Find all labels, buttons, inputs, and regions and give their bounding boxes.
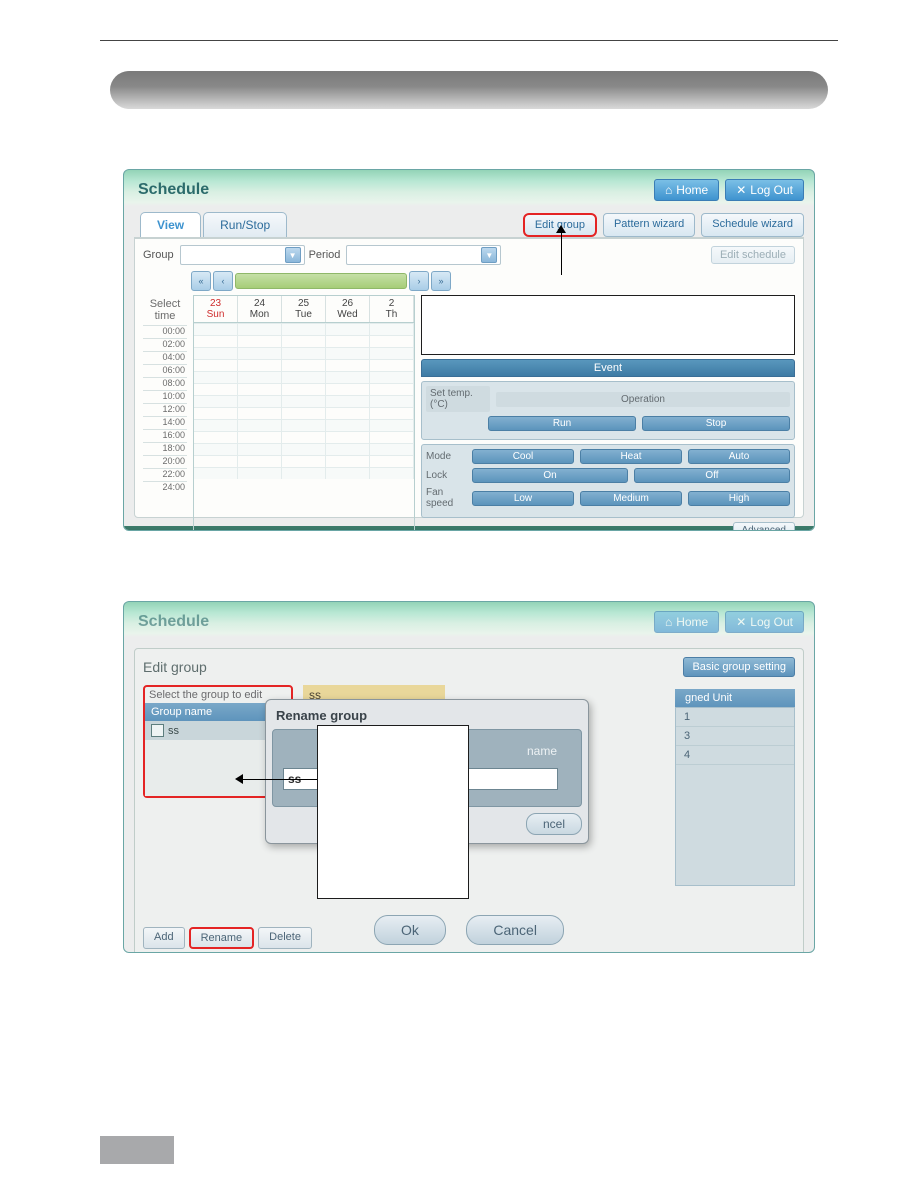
status-time: 2009.8.25(Tue) 12:52 AM <box>693 530 806 531</box>
period-select[interactable]: ▼ <box>346 245 501 265</box>
section-header-bar <box>110 71 828 109</box>
schedule-screenshot-2: Schedule ⌂Home ✕Log Out Edit group Basic… <box>123 601 815 953</box>
event-header: Event <box>421 359 795 377</box>
advanced-button[interactable]: Advanced <box>733 522 795 531</box>
pattern-wizard-button[interactable]: Pattern wizard <box>603 213 695 237</box>
stop-button[interactable]: Stop <box>642 416 790 431</box>
nav-scroll-track[interactable] <box>235 273 407 289</box>
on-button[interactable]: On <box>472 468 628 483</box>
home-label: Home <box>676 183 708 197</box>
cool-button[interactable]: Cool <box>472 449 574 464</box>
group-label: Group <box>143 249 174 261</box>
unit-row[interactable]: 1 <box>676 708 794 727</box>
high-button[interactable]: High <box>688 491 790 506</box>
edit-group-title: Edit group <box>143 659 683 675</box>
callout-arrow-line <box>561 230 562 275</box>
fan-label: Fan speed <box>426 487 466 509</box>
logout-button[interactable]: ✕ Log Out <box>725 179 804 201</box>
event-panel: Event Set temp.(°C) Operation Run Stop <box>421 295 795 531</box>
unit-row[interactable]: 4 <box>676 746 794 765</box>
edit-group-panel: Edit group Basic group setting Select th… <box>134 648 804 953</box>
nav-last-button[interactable]: » <box>431 271 451 291</box>
rename-cancel-button[interactable]: ncel <box>526 813 582 835</box>
home-button[interactable]: ⌂ Home <box>654 179 719 201</box>
edit-schedule-button[interactable]: Edit schedule <box>711 246 795 264</box>
schedule-panel: Group ▼ Period ▼ Edit schedule « ‹ › » S… <box>134 237 804 518</box>
ok-button[interactable]: Ok <box>374 915 446 945</box>
home-icon: ⌂ <box>665 615 672 629</box>
heat-button[interactable]: Heat <box>580 449 682 464</box>
document-page: Schedule ⌂ Home ✕ Log Out View Run/Stop … <box>0 0 918 1188</box>
callout-arrow-head <box>556 225 566 233</box>
schedule-wizard-button[interactable]: Schedule wizard <box>701 213 804 237</box>
group-item-label: ss <box>168 725 179 737</box>
top-rule <box>100 40 838 71</box>
mode-label: Mode <box>426 451 466 462</box>
auto-button[interactable]: Auto <box>688 449 790 464</box>
set-temp-label: Set temp.(°C) <box>426 386 490 412</box>
callout-arrow-head-2 <box>235 774 243 784</box>
chevron-down-icon: ▼ <box>481 247 497 263</box>
callout-box <box>317 725 469 899</box>
lock-label: Lock <box>426 470 466 481</box>
logout-button[interactable]: ✕Log Out <box>725 611 804 633</box>
nav-next-button[interactable]: › <box>409 271 429 291</box>
close-icon: ✕ <box>736 615 746 629</box>
group-select[interactable]: ▼ <box>180 245 305 265</box>
window-title: Schedule <box>138 181 648 199</box>
run-button[interactable]: Run <box>488 416 636 431</box>
medium-button[interactable]: Medium <box>580 491 682 506</box>
schedule-grid[interactable]: 23Sun 24Mon 25Tue 26Wed 2Th <box>193 295 415 531</box>
schedule-screenshot-1: Schedule ⌂ Home ✕ Log Out View Run/Stop … <box>123 169 815 531</box>
grid-rows <box>194 323 414 479</box>
time-axis: Select time 00:00 02:00 04:00 06:00 08:0… <box>143 295 187 531</box>
home-icon: ⌂ <box>665 183 672 197</box>
group-icon <box>151 724 164 737</box>
close-icon: ✕ <box>736 183 746 197</box>
nav-first-button[interactable]: « <box>191 271 211 291</box>
tab-runstop[interactable]: Run/Stop <box>203 212 287 237</box>
cancel-button[interactable]: Cancel <box>466 915 564 945</box>
operation-label: Operation <box>496 392 790 407</box>
callout-box <box>421 295 795 355</box>
unit-row[interactable]: 3 <box>676 727 794 746</box>
nav-prev-button[interactable]: ‹ <box>213 271 233 291</box>
window-title: Schedule <box>138 613 648 631</box>
basic-group-setting-button[interactable]: Basic group setting <box>683 657 795 677</box>
tab-view[interactable]: View <box>140 212 201 237</box>
home-button[interactable]: ⌂Home <box>654 611 719 633</box>
period-label: Period <box>309 249 341 261</box>
callout-arrow-line-2 <box>241 779 317 780</box>
page-footer-block <box>100 1136 174 1164</box>
off-button[interactable]: Off <box>634 468 790 483</box>
logout-label: Log Out <box>750 183 793 197</box>
select-time-label: Select time <box>143 295 187 325</box>
low-button[interactable]: Low <box>472 491 574 506</box>
chevron-down-icon: ▼ <box>285 247 301 263</box>
assigned-units-list: 1 3 4 <box>675 707 795 886</box>
status-text: Schedule... 'Group information' was edit… <box>132 530 322 531</box>
assigned-unit-header: gned Unit <box>675 689 795 707</box>
tabs-row: View Run/Stop Edit group Pattern wizard … <box>124 208 814 237</box>
